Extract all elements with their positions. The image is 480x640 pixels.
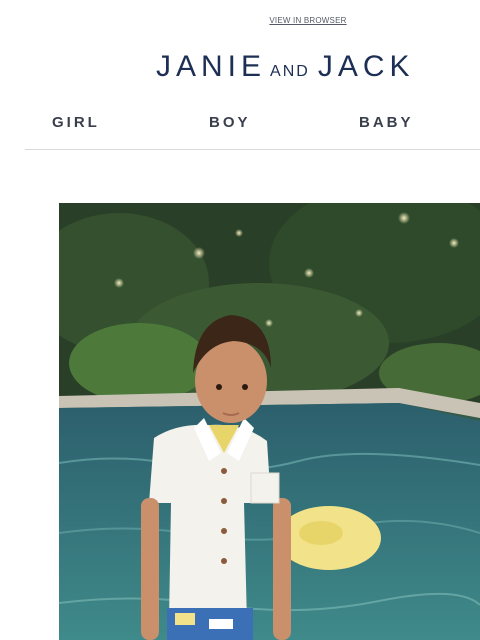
logo-word-jack: JACK [317,50,415,83]
nav-item-baby[interactable]: BABY [359,114,414,131]
hero-photo-illustration [59,203,480,640]
view-in-browser-link[interactable]: VIEW IN BROWSER [0,16,480,25]
hero-image[interactable] [59,203,480,640]
logo-word-janie: JANIE [156,50,267,83]
logo-word-and: AND [270,63,310,80]
nav-item-boy[interactable]: BOY [209,114,251,131]
category-nav: GIRL BOY BABY [0,114,480,134]
header-divider [25,149,480,150]
nav-item-girl[interactable]: GIRL [52,114,100,131]
brand-logo[interactable]: JANIE AND JACK [156,50,460,84]
